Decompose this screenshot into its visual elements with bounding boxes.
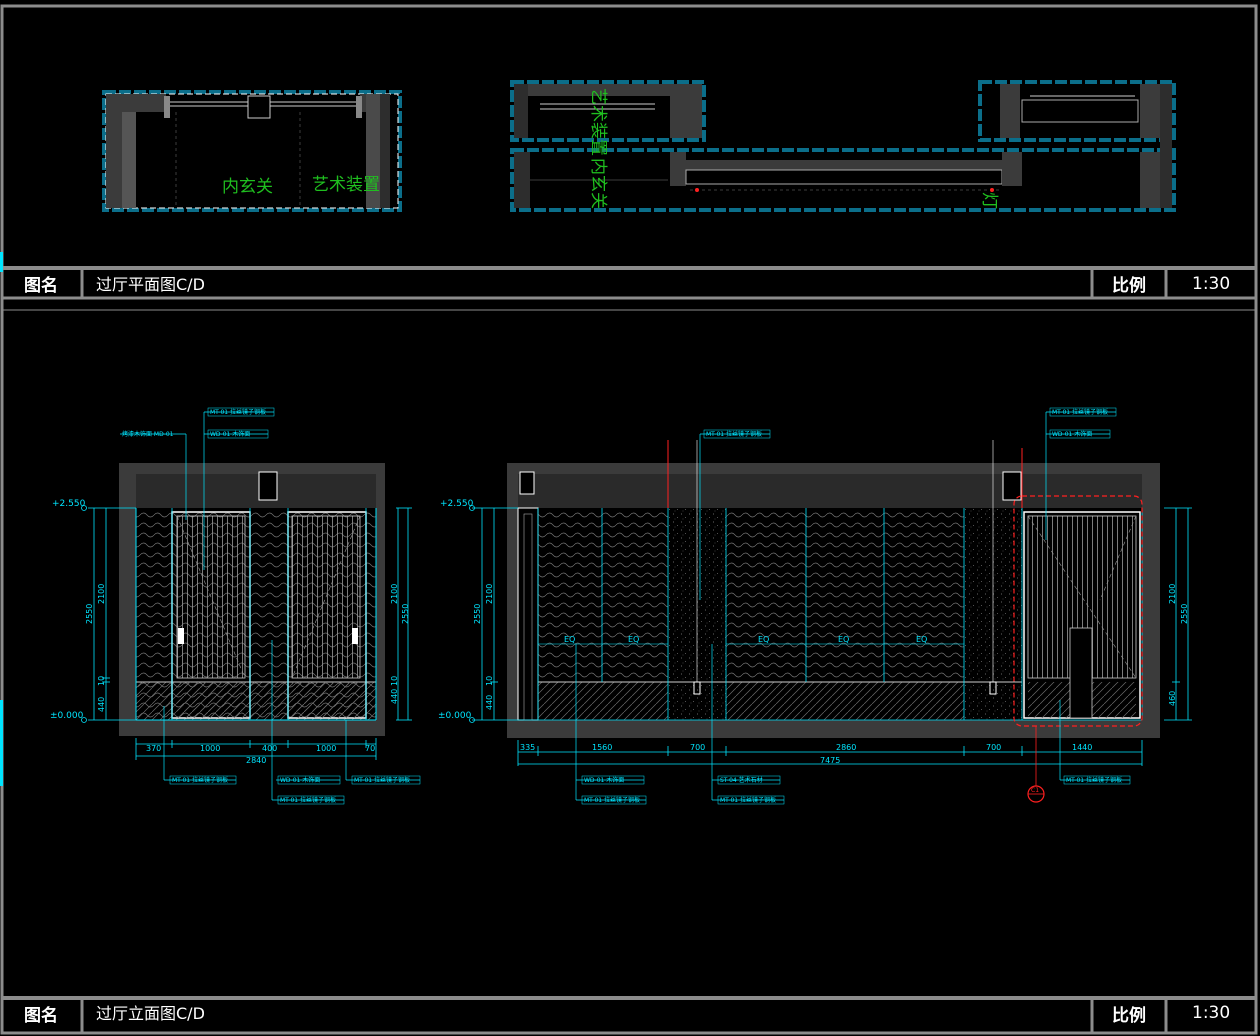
left-dim-w-1: 370 <box>146 744 161 753</box>
plan-scale-label: 比例 <box>1112 275 1146 296</box>
left-door-2 <box>287 511 367 719</box>
plan-left-label-2: 艺术装置 <box>312 175 380 195</box>
elevation-left <box>119 463 385 736</box>
left-note-top-2: 烤漆木饰面 MD-01 <box>122 430 174 438</box>
eq-label-4: EQ <box>838 635 849 644</box>
elevation-right: EQ EQ EQ EQ EQ <box>507 440 1160 738</box>
right-dim-height-total: 2550 <box>473 604 482 624</box>
right-dim-height-door-r: 2100 <box>1168 584 1177 604</box>
right-dim-w-2: 1560 <box>592 743 612 752</box>
callout-label: C1 <box>1031 787 1039 794</box>
right-dim-w-4: 2860 <box>836 743 856 752</box>
right-level-top: +2.550 <box>440 499 474 509</box>
left-dim-height-base: 440 <box>97 697 106 712</box>
left-dim-height-gap-r: 10 <box>390 676 399 686</box>
left-note-bottom-2: WD-01 木饰面 <box>280 776 320 784</box>
elevation-title: 过厅立面图C/D <box>96 1004 205 1023</box>
left-note-top-1: MT-01 拉丝镜子钢板 <box>210 408 266 416</box>
right-note-bottom-1: WD-01 木饰面 <box>584 776 624 784</box>
plan-left-label-1: 内玄关 <box>222 177 273 197</box>
left-door-1 <box>171 511 251 719</box>
right-dim-height-base: 440 <box>485 695 494 710</box>
right-dim-height-door: 2100 <box>485 584 494 604</box>
right-note-bottom-3: ST-04 艺术石材 <box>720 776 763 784</box>
right-note-top-3: WD-01 木饰面 <box>1052 430 1092 438</box>
plan-title: 过厅平面图C/D <box>96 275 205 294</box>
left-dim-height-gap: 10 <box>97 676 106 686</box>
left-dim-w-5: 70 <box>365 744 375 753</box>
plan-right-room: 艺术装置 内玄关 灯 <box>510 80 1176 212</box>
left-dim-height-total: 2550 <box>85 604 94 624</box>
plan-right-label-3: 灯 <box>979 192 999 209</box>
left-dim-w-2: 1000 <box>200 744 220 753</box>
left-dim-w-4: 1000 <box>316 744 336 753</box>
elevation-scale-label: 比例 <box>1112 1005 1146 1026</box>
plan-right-label-2: 内玄关 <box>588 158 608 209</box>
elevation-title-bar: 图名 过厅立面图C/D 比例 1:30 <box>2 996 1256 1033</box>
left-note-bottom-4: MT-01 拉丝镜子钢板 <box>280 796 336 804</box>
right-dim-w-5: 700 <box>986 743 1001 752</box>
edge-marker-top <box>0 252 3 272</box>
elevation-title-label: 图名 <box>24 1005 58 1026</box>
plan-left-room: 内玄关 艺术装置 <box>102 90 402 212</box>
left-dim-height-door: 2100 <box>97 584 106 604</box>
eq-label-1: EQ <box>564 635 575 644</box>
right-dim-w-1: 335 <box>520 743 535 752</box>
plan-right-label-1: 艺术装置 <box>588 88 608 156</box>
right-dim-w-6: 1440 <box>1072 743 1092 752</box>
left-dim-height-total-r: 2550 <box>401 604 410 624</box>
cad-drawing-canvas: 内玄关 艺术装置 艺术装置 内玄关 灯 图名 过厅平面图C/D 比例 1:30 … <box>0 4 1258 1035</box>
left-dim-height-base-r: 440 <box>390 689 399 704</box>
right-note-top-1: MT-01 拉丝镜子钢板 <box>706 430 762 438</box>
left-dim-w-3: 400 <box>262 744 277 753</box>
left-note-bottom-3: MT-01 拉丝镜子钢板 <box>354 776 410 784</box>
left-level-bottom: ±0.000 <box>50 711 84 721</box>
right-dim-w-3: 700 <box>690 743 705 752</box>
left-dim-total: 2840 <box>246 756 266 765</box>
left-note-top-3: WD-01 木饰面 <box>210 430 250 438</box>
right-note-bottom-2: MT-01 拉丝镜子钢板 <box>584 796 640 804</box>
left-dim-height-door-r: 2100 <box>390 584 399 604</box>
right-note-bottom-5: MT-01 拉丝镜子钢板 <box>1066 776 1122 784</box>
right-door <box>1023 511 1141 719</box>
right-dim-height-base-r: 460 <box>1168 691 1177 706</box>
edge-marker-mid <box>0 700 3 786</box>
right-dim-height-total-r: 2550 <box>1180 604 1189 624</box>
right-dim-height-gap: 10 <box>485 676 494 686</box>
plan-title-label: 图名 <box>24 275 58 296</box>
eq-label-2: EQ <box>628 635 639 644</box>
right-level-bottom: ±0.000 <box>438 711 472 721</box>
plan-title-bar: 图名 过厅平面图C/D 比例 1:30 <box>2 266 1256 311</box>
eq-label-5: EQ <box>916 635 927 644</box>
left-level-top: +2.550 <box>52 499 86 509</box>
right-note-bottom-4: MT-01 拉丝镜子钢板 <box>720 796 776 804</box>
right-note-top-2: MT-01 拉丝镜子钢板 <box>1052 408 1108 416</box>
right-dim-total: 7475 <box>820 756 840 765</box>
elevation-scale: 1:30 <box>1192 1003 1230 1023</box>
left-note-bottom-1: MT-01 拉丝镜子钢板 <box>172 776 228 784</box>
plan-scale: 1:30 <box>1192 274 1230 294</box>
eq-label-3: EQ <box>758 635 769 644</box>
plan-view: 内玄关 艺术装置 艺术装置 内玄关 灯 <box>102 80 1176 212</box>
